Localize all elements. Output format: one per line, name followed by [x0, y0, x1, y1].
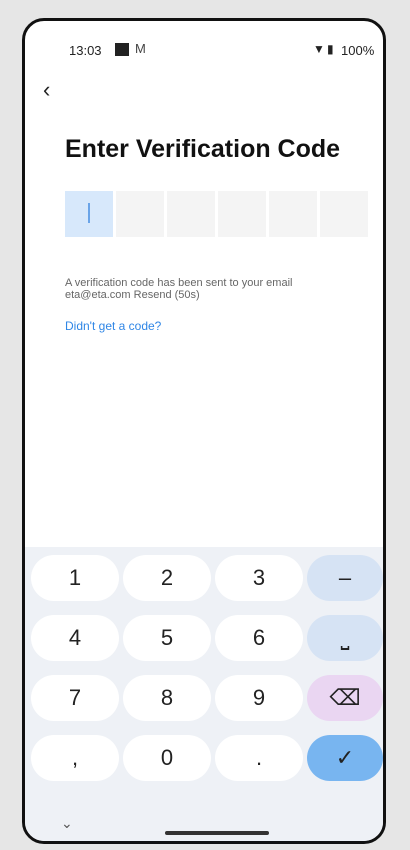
numeric-keyboard: 1 2 3 – 4 5 6 ⎵ 7 8 9 ⌫ , 0 . ✓: [25, 547, 383, 841]
verification-info-text: A verification code has been sent to you…: [65, 277, 293, 301]
phone-screen: 13:03 M ▼ ▮ 100% ‹ Enter Verification Co…: [22, 18, 386, 844]
battery-icon: ▮: [327, 42, 334, 56]
key-7[interactable]: 7: [31, 675, 119, 721]
key-2[interactable]: 2: [123, 555, 211, 601]
space-key[interactable]: ⎵: [307, 615, 383, 661]
key-3[interactable]: 3: [215, 555, 303, 601]
key-dash[interactable]: –: [307, 555, 383, 601]
page-title: Enter Verification Code: [65, 135, 341, 163]
mail-icon: M: [135, 41, 146, 56]
backspace-key[interactable]: ⌫: [307, 675, 383, 721]
code-digit-2[interactable]: [116, 191, 164, 237]
key-5[interactable]: 5: [123, 615, 211, 661]
key-4[interactable]: 4: [31, 615, 119, 661]
notification-square-icon: [115, 43, 129, 56]
status-bar: 13:03 M ▼ ▮ 100%: [25, 21, 383, 65]
confirm-key[interactable]: ✓: [307, 735, 383, 781]
key-9[interactable]: 9: [215, 675, 303, 721]
code-digit-3[interactable]: [167, 191, 215, 237]
code-digit-5[interactable]: [269, 191, 317, 237]
didnt-get-code-link[interactable]: Didn't get a code?: [65, 319, 161, 333]
comma-key[interactable]: ,: [31, 735, 119, 781]
verification-code-inputs: [65, 191, 368, 237]
key-8[interactable]: 8: [123, 675, 211, 721]
key-1[interactable]: 1: [31, 555, 119, 601]
keyboard-collapse-icon[interactable]: ⌄: [61, 815, 73, 832]
key-6[interactable]: 6: [215, 615, 303, 661]
code-digit-4[interactable]: [218, 191, 266, 237]
key-0[interactable]: 0: [123, 735, 211, 781]
period-key[interactable]: .: [215, 735, 303, 781]
back-icon[interactable]: ‹: [43, 77, 50, 103]
home-indicator: [165, 831, 269, 835]
code-digit-1[interactable]: [65, 191, 113, 237]
battery-percent: 100%: [341, 43, 375, 58]
code-digit-6[interactable]: [320, 191, 368, 237]
status-time: 13:03: [69, 43, 102, 58]
wifi-icon: ▼: [313, 42, 325, 56]
